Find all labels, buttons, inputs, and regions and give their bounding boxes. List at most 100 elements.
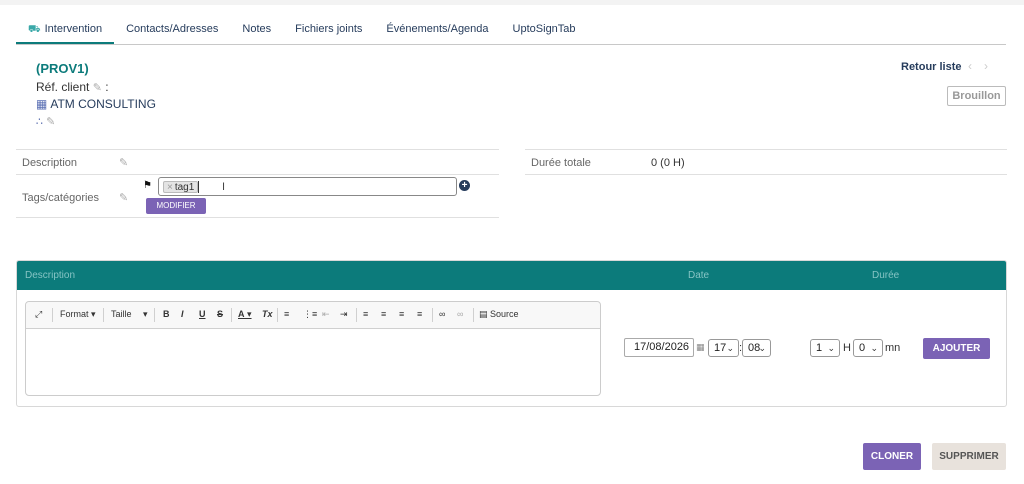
- text-caret: [198, 181, 199, 193]
- chevron-down-icon: ⌄: [726, 343, 734, 353]
- duration-minutes-value: 0: [859, 342, 866, 354]
- duration-hours-select[interactable]: 1 ⌄: [810, 339, 840, 357]
- top-strip: [0, 0, 1024, 5]
- add-line-panel: Description Date Durée ⤢ Format ▾ Taille…: [16, 260, 1007, 407]
- chevron-down-icon: ⌄: [827, 343, 835, 353]
- taille-select[interactable]: Taille ▾: [111, 309, 148, 320]
- pencil-icon[interactable]: ✎: [119, 156, 128, 169]
- align-left-icon[interactable]: ≡: [363, 309, 368, 319]
- description-editor[interactable]: ⤢ Format ▾ Taille ▾ B I U S A ▾ Tx ≡ ⋮≡ …: [25, 301, 601, 396]
- chevron-down-icon: ⌄: [870, 343, 878, 353]
- divider: [16, 174, 499, 175]
- source-icon: ▤: [479, 309, 488, 319]
- duration-hours-value: 1: [816, 342, 823, 354]
- hour-value: 17: [714, 342, 727, 354]
- hours-unit: H: [843, 342, 851, 354]
- outdent-icon[interactable]: ⇤: [322, 309, 330, 320]
- divider: [16, 149, 499, 150]
- unlink-icon[interactable]: ∞: [457, 309, 463, 319]
- tab-label: UptoSignTab: [512, 23, 576, 35]
- tab-label: Contacts/Adresses: [126, 23, 219, 35]
- indent-icon[interactable]: ⇥: [340, 309, 348, 320]
- divider: [525, 174, 1007, 175]
- tab-bar: ⛟ Intervention Contacts/Adresses Notes Fi…: [16, 14, 1006, 45]
- tab-intervention[interactable]: ⛟ Intervention: [16, 14, 115, 44]
- project-icon: ∴: [36, 116, 43, 128]
- intervention-ref: (PROV1): [36, 61, 89, 76]
- duration-minutes-select[interactable]: 0 ⌄: [853, 339, 883, 357]
- strike-button[interactable]: S: [217, 309, 223, 319]
- tab-notes[interactable]: Notes: [230, 14, 283, 44]
- text-cursor-icon: I: [222, 181, 226, 193]
- supprimer-button[interactable]: SUPPRIMER: [932, 443, 1006, 470]
- date-input[interactable]: 17/08/2026: [624, 338, 694, 357]
- align-justify-icon[interactable]: ≡: [417, 309, 422, 319]
- bold-button[interactable]: B: [163, 309, 170, 319]
- tab-contacts-adresses[interactable]: Contacts/Adresses: [114, 14, 230, 44]
- tab-uptosigntab[interactable]: UptoSignTab: [501, 14, 588, 44]
- toolbar-separator: [356, 308, 357, 322]
- toolbar-separator: [103, 308, 104, 322]
- toolbar-separator: [277, 308, 278, 322]
- calendar-icon[interactable]: ▦: [696, 342, 705, 353]
- cloner-button[interactable]: CLONER: [863, 443, 921, 470]
- source-button[interactable]: ▤ Source: [479, 309, 519, 320]
- chevron-down-icon: ⌄: [758, 343, 766, 353]
- source-label: Source: [490, 309, 519, 319]
- building-icon: ▦: [36, 97, 48, 111]
- hour-select[interactable]: 17 ⌄: [708, 339, 739, 357]
- col-date: Date: [688, 270, 710, 281]
- minute-select[interactable]: 08 ⌄: [742, 339, 771, 357]
- tags-label: Tags/catégories: [22, 192, 100, 204]
- tab-evenements-agenda[interactable]: Événements/Agenda: [374, 14, 500, 44]
- tag-chip-label: tag1: [174, 182, 195, 193]
- toolbar-separator: [231, 308, 232, 322]
- chip-remove-icon[interactable]: ×: [167, 182, 173, 193]
- record-nav: ‹›: [968, 59, 1000, 73]
- duree-totale-value: 0 (0 H): [651, 157, 685, 169]
- format-label: Format: [60, 309, 89, 319]
- tag-icon: ⚑: [143, 180, 152, 191]
- project-row: ∴ ✎: [36, 115, 55, 128]
- company-link[interactable]: ▦ ATM CONSULTING: [36, 97, 156, 111]
- align-right-icon[interactable]: ≡: [399, 309, 404, 319]
- pencil-icon[interactable]: ✎: [93, 82, 102, 94]
- pencil-icon[interactable]: ✎: [46, 116, 55, 128]
- toolbar-separator: [473, 308, 474, 322]
- taille-label: Taille: [111, 309, 132, 319]
- ordered-list-icon[interactable]: ≡: [284, 309, 289, 319]
- company-name: ATM CONSULTING: [50, 97, 156, 111]
- align-center-icon[interactable]: ≡: [381, 309, 386, 319]
- ref-client: Réf. client ✎ :: [36, 80, 109, 94]
- tab-label: Fichiers joints: [295, 23, 363, 35]
- tag-chip: × tag1: [163, 181, 199, 193]
- font-color-button[interactable]: A ▾: [238, 309, 252, 320]
- link-icon[interactable]: ∞: [439, 309, 445, 319]
- underline-button[interactable]: U: [199, 309, 206, 319]
- bullet-list-icon[interactable]: ⋮≡: [303, 309, 317, 320]
- ajouter-button[interactable]: AJOUTER: [923, 338, 990, 359]
- col-duree: Durée: [872, 270, 900, 281]
- pencil-icon[interactable]: ✎: [119, 191, 128, 204]
- divider: [525, 149, 1007, 150]
- italic-button[interactable]: I: [181, 309, 184, 319]
- clear-format-button[interactable]: Tx: [262, 309, 273, 319]
- chevron-right-icon[interactable]: ›: [984, 59, 1000, 73]
- col-description: Description: [25, 270, 76, 281]
- tab-label: Intervention: [44, 23, 103, 35]
- tab-label: Événements/Agenda: [386, 23, 489, 35]
- status-badge: Brouillon: [947, 86, 1006, 106]
- editor-toolbar: ⤢ Format ▾ Taille ▾ B I U S A ▾ Tx ≡ ⋮≡ …: [26, 302, 600, 329]
- tab-fichiers-joints[interactable]: Fichiers joints: [283, 14, 374, 44]
- add-tag-icon[interactable]: +: [459, 180, 470, 191]
- chevron-left-icon[interactable]: ‹: [968, 59, 984, 73]
- toolbar-separator: [432, 308, 433, 322]
- tags-input[interactable]: × tag1: [158, 177, 457, 196]
- ref-client-label: Réf. client: [36, 80, 90, 94]
- description-label: Description: [22, 157, 78, 169]
- maximize-icon[interactable]: ⤢: [35, 309, 42, 320]
- format-select[interactable]: Format ▾: [60, 309, 96, 320]
- modifier-button[interactable]: MODIFIER: [146, 198, 206, 214]
- truck-icon: ⛟: [28, 24, 41, 35]
- retour-liste-link[interactable]: Retour liste: [901, 61, 962, 73]
